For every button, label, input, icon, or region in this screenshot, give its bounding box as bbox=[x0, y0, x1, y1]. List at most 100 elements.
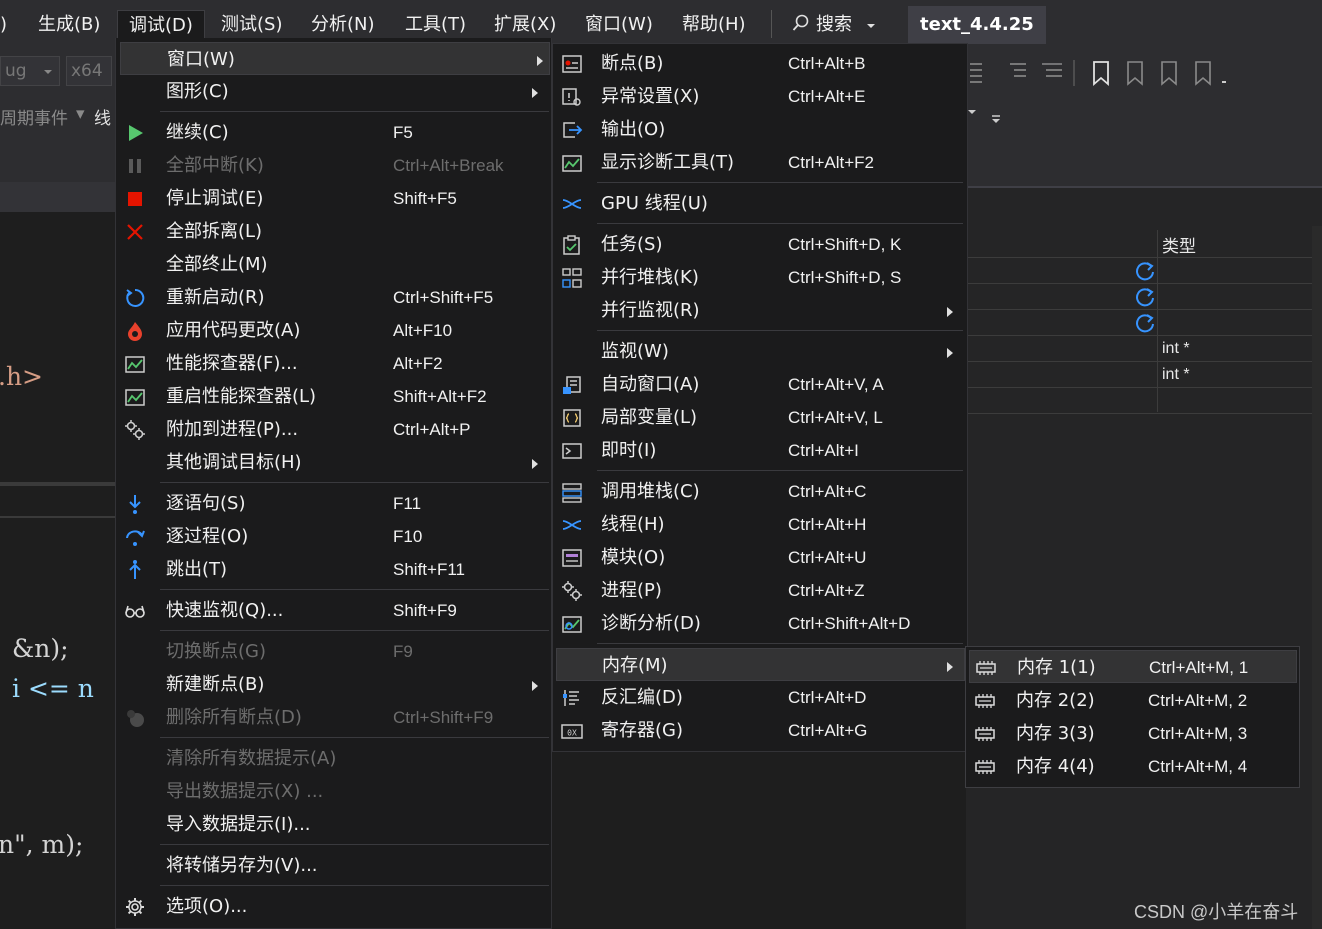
menu-item-import-datatips[interactable]: 导入数据提示(I)... bbox=[116, 808, 551, 841]
menu-label: 内存 1(1) bbox=[1017, 657, 1096, 678]
project-title: text_4.4.25 bbox=[908, 6, 1046, 44]
menu-item-autos[interactable]: 自动窗口(A) Ctrl+Alt+V, A bbox=[553, 368, 967, 401]
menu-shortcut: Shift+F11 bbox=[393, 560, 465, 579]
editor-divider bbox=[0, 482, 118, 486]
menu-item-detach-all[interactable]: 全部拆离(L) bbox=[116, 215, 551, 248]
menu-label: 全部中断(K) bbox=[166, 155, 264, 176]
menu-item-threads[interactable]: 线程(H) Ctrl+Alt+H bbox=[553, 508, 967, 541]
menu-item-tasks[interactable]: 任务(S) Ctrl+Shift+D, K bbox=[553, 228, 967, 261]
menu-item-modules[interactable]: 模块(O) Ctrl+Alt+U bbox=[553, 541, 967, 574]
column-divider bbox=[1157, 230, 1158, 412]
menu-label: 逐过程(O) bbox=[166, 526, 249, 547]
menu-item-step-into[interactable]: 逐语句(S) F11 bbox=[116, 487, 551, 520]
menu-item-options[interactable]: 选项(O)... bbox=[116, 890, 551, 923]
menu-label: 全部拆离(L) bbox=[166, 221, 263, 242]
menu-item-memory-1[interactable]: 内存 1(1) Ctrl+Alt+M, 1 bbox=[969, 650, 1297, 683]
menu-item-attach-to-process[interactable]: 附加到进程(P)... Ctrl+Alt+P bbox=[116, 413, 551, 446]
menu-item-apply-code-changes[interactable]: 应用代码更改(A) Alt+F10 bbox=[116, 314, 551, 347]
menu-label: 附加到进程(P)... bbox=[166, 419, 299, 440]
table-row[interactable] bbox=[966, 336, 1312, 362]
menu-item-output[interactable]: 输出(O) bbox=[553, 113, 967, 146]
right-panel-dropdown[interactable] bbox=[966, 96, 1006, 132]
menu-item-diagnostic-analysis[interactable]: 诊断分析(D) Ctrl+Shift+Alt+D bbox=[553, 607, 967, 640]
hot-reload-icon bbox=[128, 322, 142, 341]
refresh-icon[interactable] bbox=[1134, 260, 1156, 282]
menu-shortcut: Ctrl+Alt+M, 2 bbox=[1148, 691, 1248, 710]
diagnostics-icon bbox=[562, 155, 582, 172]
menu-item-gpu-threads[interactable]: GPU 线程(U) bbox=[553, 187, 967, 220]
menu-item-quick-watch[interactable]: 快速监视(Q)... Shift+F9 bbox=[116, 594, 551, 627]
search-button[interactable]: 搜索 bbox=[792, 11, 876, 39]
menu-label: 切换断点(G) bbox=[166, 641, 266, 662]
menu-item-locals[interactable]: 局部变量(L) Ctrl+Alt+V, L bbox=[553, 401, 967, 434]
menu-item-build[interactable]: 生成(B) bbox=[38, 11, 100, 39]
editor-nav-strip bbox=[0, 182, 118, 212]
menu-item-call-stack[interactable]: 调用堆栈(C) Ctrl+Alt+C bbox=[553, 475, 967, 508]
menu-item-disassembly[interactable]: 反汇编(D) Ctrl+Alt+D bbox=[553, 681, 967, 714]
menu-item-other-debug-targets[interactable]: 其他调试目标(H) bbox=[116, 446, 551, 479]
menu-item-help[interactable]: 帮助(H) bbox=[682, 11, 746, 39]
menu-shortcut: Ctrl+Alt+F2 bbox=[788, 153, 874, 172]
menu-item-tools[interactable]: 工具(T) bbox=[405, 11, 466, 39]
menu-label: 逐语句(S) bbox=[166, 493, 246, 514]
menu-item-memory[interactable]: 内存(M) bbox=[556, 648, 965, 681]
menu-label: 选项(O)... bbox=[166, 896, 248, 917]
menu-item-window[interactable]: 窗口(W) bbox=[585, 11, 653, 39]
menu-item-parallel-watch[interactable]: 并行监视(R) bbox=[553, 294, 967, 327]
menu-item-graphics[interactable]: 图形(C) bbox=[116, 75, 551, 108]
menu-item-extensions[interactable]: 扩展(X) bbox=[494, 11, 556, 39]
menu-item-step-over[interactable]: 逐过程(O) F10 bbox=[116, 520, 551, 553]
menu-item-test[interactable]: 测试(S) bbox=[221, 11, 282, 39]
menu-item-exception-settings[interactable]: 异常设置(X) Ctrl+Alt+E bbox=[553, 80, 967, 113]
menu-item-save-dump-as[interactable]: 将转储另存为(V)... bbox=[116, 849, 551, 882]
memory-chip-icon bbox=[976, 661, 996, 675]
menu-item-restart[interactable]: 重新启动(R) Ctrl+Shift+F5 bbox=[116, 281, 551, 314]
code-editor[interactable]: .h> &n); i <= n n", m); bbox=[0, 182, 118, 929]
refresh-icon[interactable] bbox=[1134, 312, 1156, 334]
platform-dropdown[interactable]: x64 bbox=[66, 56, 112, 86]
menu-separator bbox=[160, 885, 549, 886]
menu-separator bbox=[160, 589, 549, 590]
menu-item-diagnostic-tools[interactable]: 显示诊断工具(T) Ctrl+Alt+F2 bbox=[553, 146, 967, 179]
menu-item-terminate-all[interactable]: 全部终止(M) bbox=[116, 248, 551, 281]
menu-item-memory-3[interactable]: 内存 3(3) Ctrl+Alt+M, 3 bbox=[966, 717, 1299, 750]
scrollbar[interactable] bbox=[1312, 226, 1322, 929]
column-header-type[interactable]: 类型 bbox=[1162, 232, 1196, 257]
parallel-stacks-icon bbox=[562, 268, 582, 288]
delete-breakpoints-icon bbox=[127, 710, 144, 727]
menu-shortcut: Ctrl+Alt+M, 3 bbox=[1148, 724, 1248, 743]
menu-shortcut: Ctrl+Shift+F9 bbox=[393, 708, 494, 727]
menu-item-new-breakpoint[interactable]: 新建断点(B) bbox=[116, 668, 551, 701]
menu-item-windows[interactable]: 窗口(W) bbox=[120, 42, 550, 75]
code-line: i <= n bbox=[12, 674, 94, 703]
menu-item-continue[interactable]: 继续(C) F5 bbox=[116, 116, 551, 149]
menu-item-relaunch-profiler[interactable]: 重启性能探查器(L) Shift+Alt+F2 bbox=[116, 380, 551, 413]
table-row[interactable] bbox=[966, 388, 1312, 414]
processes-icon bbox=[562, 581, 582, 601]
menu-separator bbox=[160, 630, 549, 631]
table-row[interactable] bbox=[966, 362, 1312, 388]
menu-shortcut: Shift+Alt+F2 bbox=[393, 387, 487, 406]
menu-item-performance-profiler[interactable]: 性能探查器(F)... Alt+F2 bbox=[116, 347, 551, 380]
breakpoints-window-icon bbox=[562, 55, 582, 73]
menu-item-parallel-stacks[interactable]: 并行堆栈(K) Ctrl+Shift+D, S bbox=[553, 261, 967, 294]
menu-item-memory-4[interactable]: 内存 4(4) Ctrl+Alt+M, 4 bbox=[966, 750, 1299, 783]
menu-item-processes[interactable]: 进程(P) Ctrl+Alt+Z bbox=[553, 574, 967, 607]
menu-item-partial[interactable]: ) bbox=[0, 11, 7, 39]
refresh-icon[interactable] bbox=[1134, 286, 1156, 308]
table-header bbox=[966, 230, 1312, 258]
menu-item-step-out[interactable]: 跳出(T) Shift+F11 bbox=[116, 553, 551, 586]
menu-item-registers[interactable]: 0X 寄存器(G) Ctrl+Alt+G bbox=[553, 714, 967, 747]
restart-icon bbox=[126, 288, 145, 307]
menu-separator bbox=[160, 482, 549, 483]
menu-item-memory-2[interactable]: 内存 2(2) Ctrl+Alt+M, 2 bbox=[966, 684, 1299, 717]
menu-item-immediate[interactable]: 即时(I) Ctrl+Alt+I bbox=[553, 434, 967, 467]
menu-label: 线程(H) bbox=[601, 514, 665, 535]
config-dropdown[interactable]: ug bbox=[0, 56, 60, 86]
debug-menu: 窗口(W) 图形(C) 继续(C) F5 全部中断(K) Ctrl+Alt+Br… bbox=[115, 38, 552, 929]
submenu-arrow-icon bbox=[947, 307, 953, 317]
menu-item-stop-debugging[interactable]: 停止调试(E) Shift+F5 bbox=[116, 182, 551, 215]
menu-item-analyze[interactable]: 分析(N) bbox=[311, 11, 375, 39]
menu-item-watch[interactable]: 监视(W) bbox=[553, 335, 967, 368]
menu-item-breakpoints[interactable]: 断点(B) Ctrl+Alt+B bbox=[553, 47, 967, 80]
